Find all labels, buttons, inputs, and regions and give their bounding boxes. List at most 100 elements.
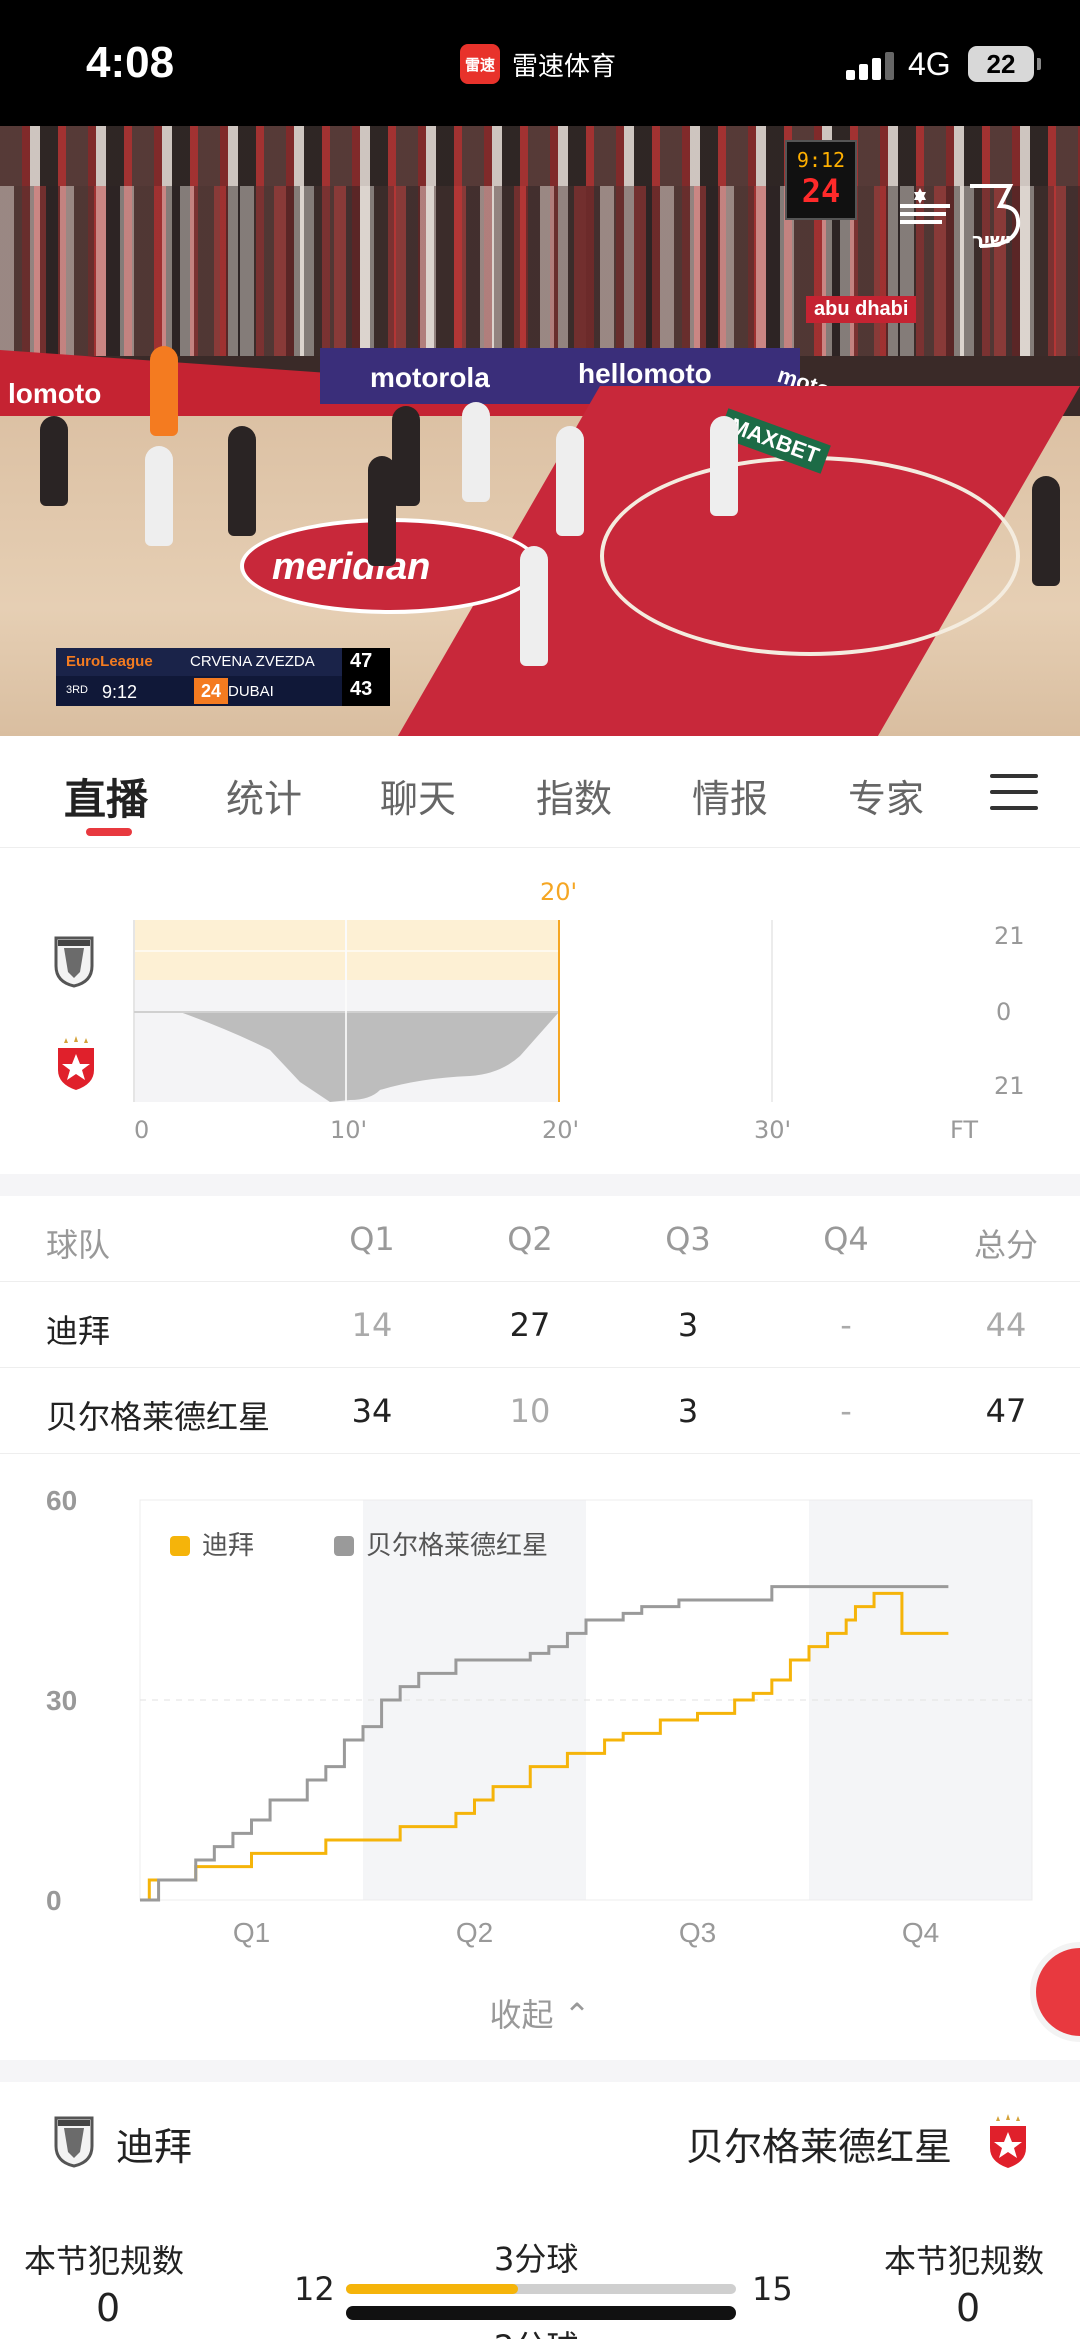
q-score: 34 bbox=[351, 1392, 393, 1430]
teams-header: 迪拜 贝尔格莱德红星 bbox=[0, 2084, 1080, 2194]
tab-active-indicator bbox=[86, 828, 132, 836]
table-header: 球队 Q1 Q2 Q3 Q4 总分 bbox=[0, 1196, 1080, 1282]
three-pt-label: 3分球 bbox=[494, 2240, 579, 2278]
momentum-x-label: 10' bbox=[330, 1116, 368, 1144]
player bbox=[228, 426, 256, 536]
tab-live[interactable]: 直播 bbox=[64, 766, 148, 827]
team-bottom: DUBAI bbox=[228, 683, 274, 700]
foul-label-home: 本节犯规数 bbox=[24, 2242, 185, 2280]
game-clock: 9:12 bbox=[102, 682, 138, 702]
legend-swatch bbox=[170, 1536, 190, 1556]
tab-stats[interactable]: 统计 bbox=[226, 768, 302, 823]
channel-sub: ישיר bbox=[972, 228, 1011, 252]
score-top: 47 bbox=[350, 650, 373, 672]
period-label: 3RD bbox=[66, 684, 89, 696]
score-progression-chart: 60 30 0 Q1 Q2 Q3 Q4 迪拜 贝尔格莱德红星 bbox=[0, 1470, 1080, 1950]
away-team-name: 贝尔格莱德红星 bbox=[686, 2125, 953, 2169]
momentum-y-label: 0 bbox=[996, 998, 1012, 1026]
col-q2: Q2 bbox=[507, 1220, 553, 1258]
shot-clock: 24 bbox=[194, 678, 228, 704]
player bbox=[556, 426, 584, 536]
player bbox=[462, 402, 490, 502]
col-q1: Q1 bbox=[349, 1220, 395, 1258]
score-bottom: 43 bbox=[350, 678, 373, 700]
signal-icon bbox=[846, 50, 898, 80]
foul-label-away: 本节犯规数 bbox=[884, 2242, 1045, 2280]
arena-shot-value: 24 bbox=[801, 172, 841, 210]
player bbox=[710, 416, 738, 516]
q-score: 3 bbox=[677, 1306, 699, 1344]
battery-icon: 22 bbox=[968, 46, 1041, 82]
tab-expert[interactable]: 专家 bbox=[848, 768, 924, 823]
three-pt-bar-home bbox=[346, 2284, 518, 2294]
status-bar: 4:08 雷速 雷速体育 4G 22 bbox=[0, 0, 1080, 126]
video-player[interactable]: lomoto motorola hellomoto motorola hello… bbox=[0, 126, 1080, 736]
three-pt-home: 12 bbox=[294, 2270, 335, 2308]
tab-bar: 直播 统计 聊天 指数 情报 专家 bbox=[0, 736, 1080, 848]
player bbox=[520, 546, 548, 666]
status-time: 4:08 bbox=[86, 38, 175, 87]
q-score: 27 bbox=[509, 1306, 551, 1344]
x-tick-label: Q1 bbox=[233, 1917, 270, 1948]
momentum-x-label: 30' bbox=[754, 1116, 792, 1144]
x-tick-label: Q3 bbox=[679, 1917, 716, 1948]
player bbox=[40, 416, 68, 506]
collapse-button[interactable]: 收起 ⌃ bbox=[0, 1990, 1080, 2036]
legend-label: 迪拜 bbox=[202, 1531, 254, 1561]
x-tick-label: Q2 bbox=[456, 1917, 493, 1948]
next-stat-bar bbox=[346, 2306, 736, 2320]
foul-value-home: 0 bbox=[96, 2286, 121, 2330]
q-score: - bbox=[840, 1392, 852, 1430]
ad-text: abu dhabi bbox=[806, 296, 917, 323]
menu-icon[interactable] bbox=[990, 772, 1038, 812]
q-score: 3 bbox=[677, 1392, 699, 1430]
arena-clock-time: 9:12 bbox=[796, 148, 846, 172]
ad-text: motorola bbox=[370, 362, 490, 393]
q-score: 14 bbox=[351, 1306, 393, 1344]
legend-label: 贝尔格莱德红星 bbox=[366, 1531, 548, 1561]
app-name: 雷速体育 bbox=[512, 51, 617, 82]
momentum-chart: 20' 21 0 21 0 10' 20' 30' FT bbox=[0, 860, 1080, 1174]
q-score: 10 bbox=[509, 1392, 551, 1430]
momentum-x-label: FT bbox=[950, 1116, 979, 1144]
tab-odds[interactable]: 指数 bbox=[536, 768, 612, 823]
q-score: - bbox=[840, 1306, 852, 1344]
center-logo-text: meridian bbox=[272, 546, 431, 588]
y-tick-label: 60 bbox=[46, 1485, 77, 1516]
court-arc bbox=[600, 456, 1020, 656]
momentum-x-label: 20' bbox=[542, 1116, 580, 1144]
app-logo: 雷速 bbox=[460, 44, 500, 84]
tab-intel[interactable]: 情报 bbox=[692, 768, 768, 823]
x-tick-label: Q4 bbox=[902, 1917, 939, 1948]
league-label: EuroLeague bbox=[66, 653, 153, 670]
home-team-name: 迪拜 bbox=[116, 2125, 193, 2169]
three-pt-away: 15 bbox=[752, 2270, 793, 2308]
col-team: 球队 bbox=[46, 1226, 111, 1264]
col-q3: Q3 bbox=[665, 1220, 711, 1258]
tab-chat[interactable]: 聊天 bbox=[380, 768, 456, 823]
current-time-marker: 20' bbox=[540, 878, 578, 906]
y-tick-label: 0 bbox=[46, 1885, 62, 1916]
team-top: CRVENA ZVEZDA bbox=[190, 653, 315, 670]
y-tick-label: 30 bbox=[46, 1685, 77, 1716]
three-pt-bar bbox=[346, 2284, 736, 2294]
arena-shot-clock: 9:12 24 bbox=[785, 140, 857, 220]
app-indicator[interactable]: 雷速 雷速体育 bbox=[460, 44, 616, 84]
team-name: 迪拜 bbox=[46, 1312, 111, 1350]
player bbox=[145, 446, 173, 546]
score-progression-plot: 60 30 0 Q1 Q2 Q3 Q4 迪拜 贝尔格莱德红星 bbox=[46, 1485, 1033, 1948]
two-pt-label: 2分球 bbox=[494, 2322, 578, 2339]
section-divider bbox=[0, 2060, 1080, 2082]
team-name: 贝尔格莱德红星 bbox=[46, 1398, 271, 1436]
col-total: 总分 bbox=[973, 1226, 1038, 1264]
channel-logo: ישיר bbox=[880, 166, 1030, 266]
momentum-y-label: 21 bbox=[994, 1072, 1025, 1100]
network-label: 4G bbox=[908, 46, 951, 82]
crvena-zvezda-logo-icon bbox=[986, 2114, 1030, 2168]
total-score: 47 bbox=[985, 1392, 1027, 1430]
momentum-x-label: 0 bbox=[134, 1116, 150, 1144]
table-row: 迪拜 14 27 3 - 44 bbox=[0, 1282, 1080, 1368]
ad-text: lomoto bbox=[8, 378, 102, 409]
player bbox=[392, 406, 420, 506]
legend-swatch bbox=[334, 1536, 354, 1556]
